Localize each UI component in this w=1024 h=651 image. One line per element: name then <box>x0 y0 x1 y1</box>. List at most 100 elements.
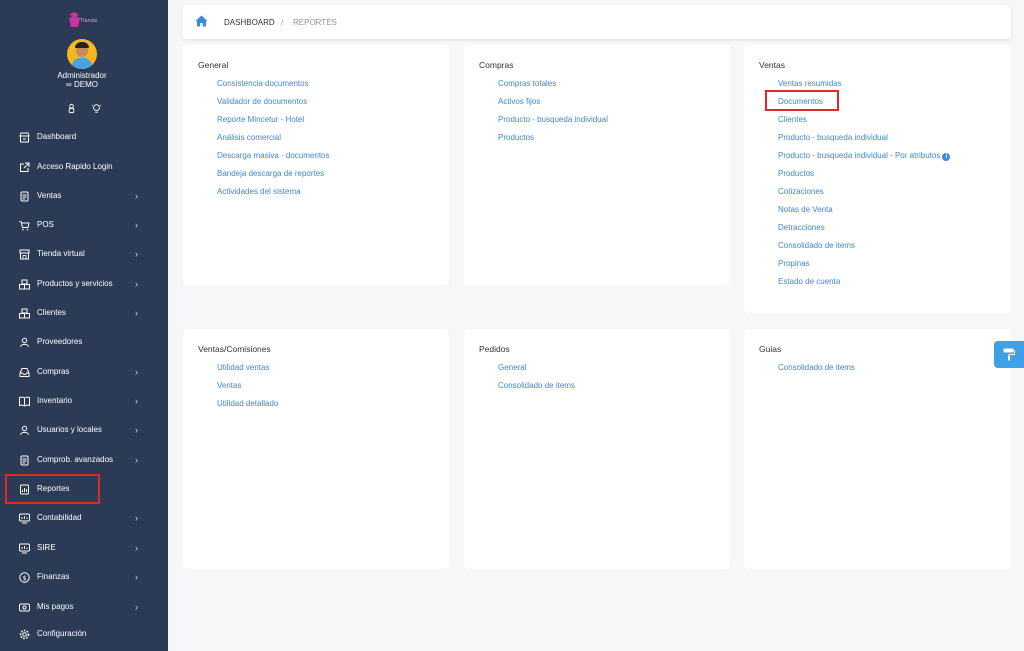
brand-logo[interactable]: Tienda <box>64 10 104 32</box>
card-guias: Guias Consolidado de items <box>744 329 1011 569</box>
report-link[interactable]: Producto - busqueda individual <box>498 115 608 124</box>
gear-icon <box>19 629 30 640</box>
sidebar-item-clientes[interactable]: Clientes › <box>0 303 168 325</box>
home-icon[interactable] <box>195 15 208 27</box>
report-link[interactable]: General <box>498 363 526 372</box>
report-link-label: Notas de Venta <box>778 205 833 214</box>
sidebar-item-finanzas[interactable]: $ Finanzas › <box>0 567 168 589</box>
chevron-right-icon: › <box>135 367 138 377</box>
report-link[interactable]: Consolidado de items <box>498 381 575 390</box>
report-link-label: Detracciones <box>778 223 825 232</box>
card-title: Pedidos <box>479 344 510 354</box>
sidebar-item-compras[interactable]: Compras › <box>0 362 168 384</box>
report-link-label: General <box>498 363 527 372</box>
report-link[interactable]: Análisis comercial <box>217 133 281 142</box>
lightbulb-icon[interactable] <box>91 103 102 114</box>
paint-roller-icon <box>1003 348 1015 361</box>
sidebar-item-tienda-virtual[interactable]: Tienda virtual › <box>0 244 168 266</box>
report-link[interactable]: Reporte Mincetur - Hotel <box>217 115 304 124</box>
report-link[interactable]: Consolidado de items <box>778 241 855 250</box>
card-title: General <box>198 60 229 70</box>
report-link[interactable]: Notas de Venta <box>778 205 833 214</box>
report-link[interactable]: Productos <box>778 169 814 178</box>
report-link[interactable]: Utilidad ventas <box>217 363 269 372</box>
sidebar-item-label: Usuarios y locales <box>37 425 102 434</box>
sidebar-item-label: Tienda virtual <box>37 249 85 258</box>
chart-icon <box>19 513 30 524</box>
report-link-label: Reporte Mincetur - Hotel <box>217 115 305 124</box>
card-title: Ventas/Comisiones <box>198 344 271 354</box>
card-compras: Compras Compras totales Activos fijos Prod… <box>464 45 730 285</box>
report-link-label: Producto - busqueda individual <box>778 133 888 142</box>
report-link[interactable]: Actividades del sistema <box>217 187 301 196</box>
report-link[interactable]: Ventas resumidas <box>778 79 842 88</box>
report-link[interactable]: Propinas <box>778 259 810 268</box>
report-link-label: Producto - busqueda individual - Por atr… <box>778 151 941 160</box>
sidebar-item-label: Finanzas <box>37 572 70 581</box>
inbox-icon <box>19 368 30 377</box>
sidebar-item-inventario[interactable]: Inventario › <box>0 391 168 413</box>
report-link-label: Producto - busqueda individual <box>498 115 608 124</box>
sidebar-item-comprob-avanzados[interactable]: Comprob. avanzados › <box>0 450 168 472</box>
report-link[interactable]: Validador de documentos <box>217 97 307 106</box>
card-title: Compras <box>479 60 514 70</box>
sidebar-item-acceso-rapido-login[interactable]: Acceso Rapido Login <box>0 157 168 179</box>
sidebar-item-ventas[interactable]: Ventas › <box>0 186 168 208</box>
sidebar-item-productos-y-servicios[interactable]: Productos y servicios › <box>0 274 168 296</box>
sidebar: Tienda Administrador ∞ DEMO Dashboard Acc… <box>0 0 168 651</box>
breadcrumb-dashboard[interactable]: DASHBOARD <box>224 18 275 27</box>
info-icon[interactable]: i <box>942 153 951 161</box>
report-link[interactable]: Bandeja descarga de reportes <box>217 169 324 178</box>
report-link[interactable]: Productos <box>498 133 534 142</box>
report-link[interactable]: Consolidado de items <box>778 363 855 372</box>
avatar[interactable] <box>67 39 97 69</box>
sidebar-item-configuracion[interactable]: Configuración <box>0 624 168 646</box>
report-link-label: Compras totales <box>498 79 557 88</box>
sidebar-item-proveedores[interactable]: Proveedores <box>0 332 168 354</box>
report-link-label: Ventas <box>217 381 242 390</box>
sidebar-item-label: Clientes <box>37 308 66 317</box>
card-ventas-comisiones: Ventas/Comisiones Utilidad ventas Ventas U… <box>183 329 449 569</box>
sidebar-item-label: Inventario <box>37 396 73 405</box>
report-link[interactable]: Descarga masiva - documentos <box>217 151 330 160</box>
report-link-label: Estado de cuenta <box>778 277 841 286</box>
chevron-right-icon: › <box>135 455 138 465</box>
report-link-label: Clientes <box>778 115 807 124</box>
document-icon <box>20 455 29 466</box>
sidebar-item-contabilidad[interactable]: Contabilidad › <box>0 508 168 530</box>
sidebar-item-sire[interactable]: SIRE › <box>0 538 168 560</box>
sidebar-item-label: Comprob. avanzados <box>37 455 114 464</box>
report-link[interactable]: Consistencia documentos <box>217 79 309 88</box>
documentos-highlight <box>765 90 839 111</box>
report-link[interactable]: Ventas <box>217 381 241 390</box>
sidebar-item-pos[interactable]: POS › <box>0 215 168 237</box>
card-title: Ventas <box>759 60 785 70</box>
report-link-label: Propinas <box>778 259 810 268</box>
report-link[interactable]: Compras totales <box>498 79 556 88</box>
chevron-right-icon: › <box>135 191 138 201</box>
report-link-label: Análisis comercial <box>217 133 282 142</box>
report-link[interactable]: Estado de cuenta <box>778 277 840 286</box>
sidebar-item-label: SIRE <box>37 543 56 552</box>
store-icon <box>19 132 30 143</box>
breadcrumb-current: REPORTES <box>293 18 337 27</box>
user-icon <box>20 337 29 348</box>
user-lock-icon[interactable] <box>66 103 77 114</box>
chevron-right-icon: › <box>135 572 138 582</box>
sidebar-item-dashboard[interactable]: Dashboard <box>0 127 168 149</box>
report-link[interactable]: Activos fijos <box>498 97 540 106</box>
report-link[interactable]: Producto - busqueda individual - Por atr… <box>778 151 951 161</box>
report-link[interactable]: Producto - busqueda individual <box>778 133 888 142</box>
sidebar-item-mis-pagos[interactable]: Mis pagos › <box>0 597 168 619</box>
users-icon <box>19 308 30 319</box>
sidebar-item-label: Dashboard <box>37 132 77 141</box>
report-link[interactable]: Clientes <box>778 115 807 124</box>
chevron-right-icon: › <box>135 396 138 406</box>
sidebar-item-usuarios-y-locales[interactable]: Usuarios y locales › <box>0 420 168 442</box>
report-link[interactable]: Detracciones <box>778 223 825 232</box>
customizer-button[interactable] <box>994 341 1024 368</box>
report-link[interactable]: Utilidad detallado <box>217 399 278 408</box>
chevron-right-icon: › <box>135 543 138 553</box>
report-link[interactable]: Cotizaciones <box>778 187 824 196</box>
money-icon <box>19 603 30 612</box>
